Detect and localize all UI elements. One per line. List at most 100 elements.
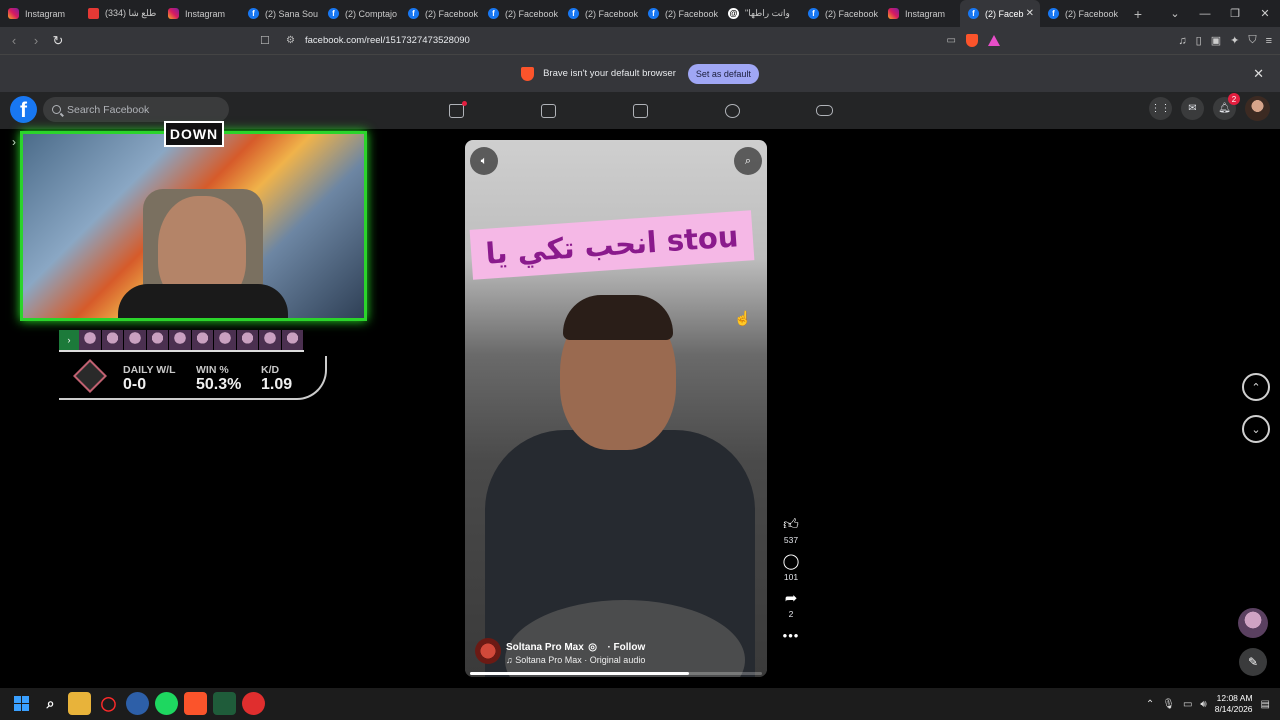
agent-portrait — [236, 330, 259, 350]
browser-tab[interactable]: f (2) Facebook — [480, 0, 560, 27]
app-icon[interactable] — [242, 692, 265, 715]
address-bar[interactable]: ☐ ⚙ facebook.com/reel/1517327473528090 ▭ — [256, 30, 1000, 51]
nav-groups[interactable] — [686, 92, 778, 129]
tab-label: (2) Sana Sou — [265, 8, 319, 19]
nav-gaming[interactable] — [778, 92, 870, 129]
stat-value: 1.09 — [261, 376, 293, 393]
browser-tab[interactable]: f (2) Comptajo — [320, 0, 400, 27]
nav-home[interactable] — [410, 92, 502, 129]
brave-icon[interactable] — [184, 692, 207, 715]
share-button[interactable]: ➦ 2 — [785, 590, 798, 619]
site-info-icon[interactable]: ⚙ — [286, 35, 295, 46]
sidebar-icon[interactable]: ▯ — [1196, 34, 1202, 47]
start-button[interactable] — [10, 692, 33, 715]
new-message-icon[interactable]: ✎ — [1239, 648, 1267, 676]
next-reel-button[interactable]: ⌄ — [1242, 415, 1270, 443]
microphone-icon[interactable]: 🎙︎ — [1162, 699, 1175, 710]
browser-tab[interactable]: Instagram — [160, 0, 240, 27]
facebook-icon: f — [408, 8, 419, 19]
media-icon[interactable]: ♫ — [1178, 35, 1186, 47]
agent-portrait — [281, 330, 304, 350]
back-button[interactable]: ‹ — [3, 33, 25, 48]
comment-icon: ◯ — [782, 553, 800, 570]
vpn-icon[interactable]: ⛉ — [1248, 34, 1256, 47]
profile-avatar[interactable] — [1245, 96, 1270, 121]
menu-icon[interactable]: ≡ — [1266, 35, 1272, 47]
browser-tab[interactable]: Instagram — [880, 0, 960, 27]
volume-icon[interactable]: 🔊︎ — [1200, 699, 1206, 710]
taskbar-apps: ⌕ ◯ — [10, 692, 265, 715]
nav-video[interactable] — [502, 92, 594, 129]
down-logo: DOWN — [164, 121, 224, 147]
tab-search-icon[interactable]: ⌄ — [1160, 7, 1190, 20]
bookmark-icon[interactable]: ☐ — [260, 34, 270, 47]
spotify-icon[interactable] — [155, 692, 178, 715]
clock[interactable]: 12:08 AM 8/14/2026 — [1215, 693, 1253, 715]
leo-ai-icon[interactable]: ✦ — [1230, 34, 1239, 47]
opera-icon[interactable]: ◯ — [97, 692, 120, 715]
follow-button[interactable]: · Follow — [607, 642, 645, 653]
reel-search-icon[interactable]: ⌕ — [734, 147, 762, 175]
browser-tab[interactable]: (334) طلع شا — [80, 0, 160, 27]
brave-rewards-icon[interactable] — [988, 35, 1000, 46]
cast-icon[interactable]: ▭ — [947, 35, 956, 46]
reload-button[interactable]: ↻ — [47, 33, 69, 49]
new-tab-button[interactable]: + — [1126, 6, 1150, 22]
wallet-icon[interactable]: ▣ — [1211, 34, 1221, 47]
overlay-close-icon[interactable]: › — [12, 135, 16, 149]
close-window-button[interactable]: ✕ — [1250, 7, 1280, 20]
tab-label: (2) Facebook — [505, 8, 559, 19]
browser-tab[interactable]: f (2) Faceb ✕ — [960, 0, 1040, 27]
tray-expand-icon[interactable]: ⌃ — [1146, 699, 1154, 710]
browser-tab[interactable]: f (2) Facebook — [640, 0, 720, 27]
excel-icon[interactable] — [213, 692, 236, 715]
url-text[interactable]: facebook.com/reel/1517327473528090 — [305, 35, 470, 46]
more-options-button[interactable]: ••• — [783, 627, 800, 645]
like-icon: 👍︎ — [783, 516, 799, 533]
comment-button[interactable]: ◯ 101 — [783, 553, 800, 582]
facebook-logo[interactable]: f — [10, 96, 37, 123]
network-icon[interactable]: ▭ — [1183, 699, 1192, 710]
window-controls: ⌄ — ❐ ✕ — [1160, 0, 1280, 27]
set-as-default-button[interactable]: Set as default — [687, 63, 759, 84]
notifications-icon[interactable]: 🔔︎ 2 — [1213, 93, 1240, 120]
mute-button[interactable]: 🔈︎ — [470, 147, 498, 175]
taskbar-search-icon[interactable]: ⌕ — [39, 692, 62, 715]
chat-head-avatar[interactable] — [1238, 608, 1268, 638]
facebook-icon: f — [648, 8, 659, 19]
search-icon — [52, 105, 61, 114]
browser-app-icon[interactable] — [126, 692, 149, 715]
brave-shield-icon[interactable] — [966, 34, 978, 47]
infobar-close-icon[interactable]: ✕ — [1253, 66, 1264, 82]
close-tab-icon[interactable]: ✕ — [1026, 8, 1034, 19]
agent-portrait — [146, 330, 169, 350]
file-explorer-icon[interactable] — [68, 692, 91, 715]
browser-tab[interactable]: @ "واتت راطها — [720, 0, 800, 27]
tab-label: (2) Faceb — [985, 8, 1024, 19]
facebook-main-nav — [410, 92, 870, 129]
messenger-icon[interactable]: ✉ — [1181, 97, 1204, 120]
agent-portrait — [191, 330, 214, 350]
video-progress-fill — [470, 672, 689, 675]
minimize-button[interactable]: — — [1190, 8, 1220, 20]
menu-grid-icon[interactable]: ⋮⋮ — [1149, 97, 1172, 120]
agent-portrait — [169, 330, 192, 350]
owner-name[interactable]: Soltana Pro Max — [506, 642, 584, 653]
forward-button[interactable]: › — [25, 33, 47, 48]
browser-tab[interactable]: f (2) Sana Sou — [240, 0, 320, 27]
nav-marketplace[interactable] — [594, 92, 686, 129]
browser-tab[interactable]: f (2) Facebook — [400, 0, 480, 27]
maximize-button[interactable]: ❐ — [1220, 7, 1250, 20]
video-progress-bar[interactable] — [470, 672, 762, 675]
owner-avatar[interactable] — [475, 638, 501, 664]
like-button[interactable]: 👍︎ 537 — [783, 516, 799, 545]
browser-tab[interactable]: f (2) Facebook — [800, 0, 880, 27]
previous-reel-button[interactable]: ⌃ — [1242, 373, 1270, 401]
browser-tab[interactable]: Instagram — [0, 0, 80, 27]
search-input[interactable]: Search Facebook — [43, 97, 229, 122]
notification-center-icon[interactable]: ▤ — [1261, 699, 1270, 710]
browser-tab[interactable]: f (2) Facebook — [1040, 0, 1120, 27]
audio-label[interactable]: Soltana Pro Max · Original audio — [515, 655, 645, 665]
reel-video[interactable]: انحب تكي يا stou 🔈︎ ⌕ Soltana Pro Max ◎ … — [465, 140, 767, 677]
browser-tab[interactable]: f (2) Facebook — [560, 0, 640, 27]
